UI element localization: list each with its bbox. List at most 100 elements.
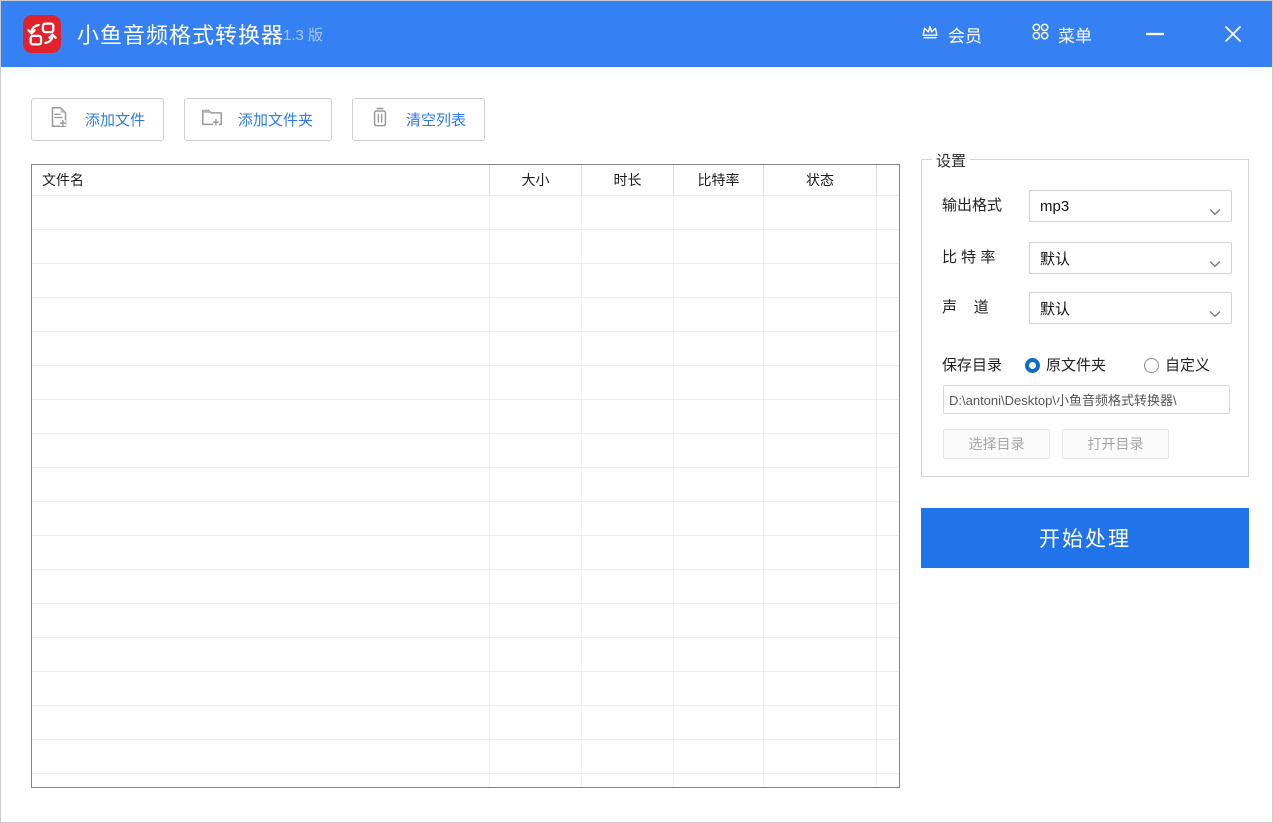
menu-label: 菜单 xyxy=(1058,26,1092,46)
table-row xyxy=(32,400,899,434)
file-list[interactable]: 文件名 大小 时长 比特率 状态 xyxy=(31,164,900,788)
table-cell xyxy=(764,502,877,535)
table-cell xyxy=(877,264,899,297)
clear-list-button[interactable]: 清空列表 xyxy=(352,98,486,141)
bitrate-select[interactable]: 默认 xyxy=(1029,242,1232,274)
file-table-body xyxy=(32,196,899,787)
table-row xyxy=(32,332,899,366)
table-cell xyxy=(32,638,490,671)
table-cell xyxy=(32,706,490,739)
table-row xyxy=(32,706,899,740)
column-header-bitrate[interactable]: 比特率 xyxy=(674,165,764,195)
minimize-button[interactable] xyxy=(1140,19,1170,49)
table-row xyxy=(32,230,899,264)
chevron-down-icon xyxy=(1209,203,1221,220)
titlebar-controls: 会员 菜单 xyxy=(919,1,1272,67)
open-directory-button[interactable]: 打开目录 xyxy=(1062,429,1169,459)
column-header-duration[interactable]: 时长 xyxy=(582,165,674,195)
table-cell xyxy=(490,298,582,331)
table-cell xyxy=(764,332,877,365)
member-label: 会员 xyxy=(948,26,982,46)
add-folder-button[interactable]: 添加文件夹 xyxy=(184,98,333,141)
table-cell xyxy=(764,570,877,603)
save-dir-label: 保存目录 xyxy=(942,357,1003,374)
table-cell xyxy=(877,298,899,331)
column-header-status[interactable]: 状态 xyxy=(764,165,877,195)
table-cell xyxy=(877,196,899,229)
table-cell xyxy=(582,570,674,603)
table-row xyxy=(32,264,899,298)
table-cell xyxy=(877,638,899,671)
table-cell xyxy=(582,672,674,705)
add-files-button[interactable]: 添加文件 xyxy=(31,98,165,141)
table-cell xyxy=(674,332,764,365)
table-cell xyxy=(582,230,674,263)
output-format-label: 输出格式 xyxy=(942,197,1003,214)
table-cell xyxy=(674,400,764,433)
table-row xyxy=(32,638,899,672)
table-cell xyxy=(582,638,674,671)
table-cell xyxy=(674,740,764,773)
table-cell xyxy=(674,570,764,603)
menu-button[interactable]: 菜单 xyxy=(1030,21,1092,47)
table-cell xyxy=(582,774,674,787)
table-cell xyxy=(582,434,674,467)
table-cell xyxy=(32,400,490,433)
member-button[interactable]: 会员 xyxy=(919,21,982,48)
title-bar: 小鱼音频格式转换器 1.3 版 会员 菜单 xyxy=(1,1,1272,67)
table-cell xyxy=(877,706,899,739)
column-header-filename[interactable]: 文件名 xyxy=(32,165,490,195)
table-cell xyxy=(582,196,674,229)
settings-panel: 设置 输出格式 mp3 比 特 率 默认 声 道 默认 保存目录 原文件夹 自定… xyxy=(921,150,1249,477)
table-cell xyxy=(764,638,877,671)
table-cell xyxy=(674,638,764,671)
table-cell xyxy=(674,774,764,787)
channel-label: 声 道 xyxy=(942,299,989,316)
output-format-value: mp3 xyxy=(1040,197,1070,215)
table-cell xyxy=(490,604,582,637)
table-cell xyxy=(674,536,764,569)
settings-legend: 设置 xyxy=(932,150,971,171)
table-cell xyxy=(32,196,490,229)
table-cell xyxy=(582,366,674,399)
table-cell xyxy=(32,536,490,569)
table-cell xyxy=(877,774,899,787)
radio-original-folder[interactable] xyxy=(1025,358,1040,373)
clear-list-label: 清空列表 xyxy=(406,112,467,129)
table-cell xyxy=(32,672,490,705)
radio-custom-label[interactable]: 自定义 xyxy=(1165,357,1210,375)
column-header-size[interactable]: 大小 xyxy=(490,165,582,195)
folder-plus-icon xyxy=(199,104,225,135)
channel-select[interactable]: 默认 xyxy=(1029,292,1232,324)
channel-value: 默认 xyxy=(1040,300,1071,318)
table-row xyxy=(32,196,899,230)
table-cell xyxy=(490,502,582,535)
table-cell xyxy=(764,434,877,467)
table-cell xyxy=(674,230,764,263)
table-cell xyxy=(490,196,582,229)
start-processing-button[interactable]: 开始处理 xyxy=(921,508,1249,568)
choose-directory-button[interactable]: 选择目录 xyxy=(943,429,1050,459)
table-cell xyxy=(877,468,899,501)
table-cell xyxy=(490,264,582,297)
table-cell xyxy=(764,230,877,263)
chevron-down-icon xyxy=(1209,255,1221,272)
table-cell xyxy=(877,740,899,773)
table-row xyxy=(32,468,899,502)
table-cell xyxy=(32,264,490,297)
table-cell xyxy=(764,400,877,433)
table-row xyxy=(32,536,899,570)
table-cell xyxy=(490,434,582,467)
radio-custom[interactable] xyxy=(1144,358,1159,373)
table-row xyxy=(32,298,899,332)
output-format-select[interactable]: mp3 xyxy=(1029,190,1232,222)
save-path-input[interactable] xyxy=(943,385,1230,414)
table-cell xyxy=(582,502,674,535)
table-cell xyxy=(490,332,582,365)
radio-original-folder-label[interactable]: 原文件夹 xyxy=(1046,357,1106,375)
apps-grid-icon xyxy=(1030,21,1051,47)
table-row xyxy=(32,604,899,638)
table-cell xyxy=(674,264,764,297)
table-row xyxy=(32,570,899,604)
close-button[interactable] xyxy=(1218,19,1248,49)
